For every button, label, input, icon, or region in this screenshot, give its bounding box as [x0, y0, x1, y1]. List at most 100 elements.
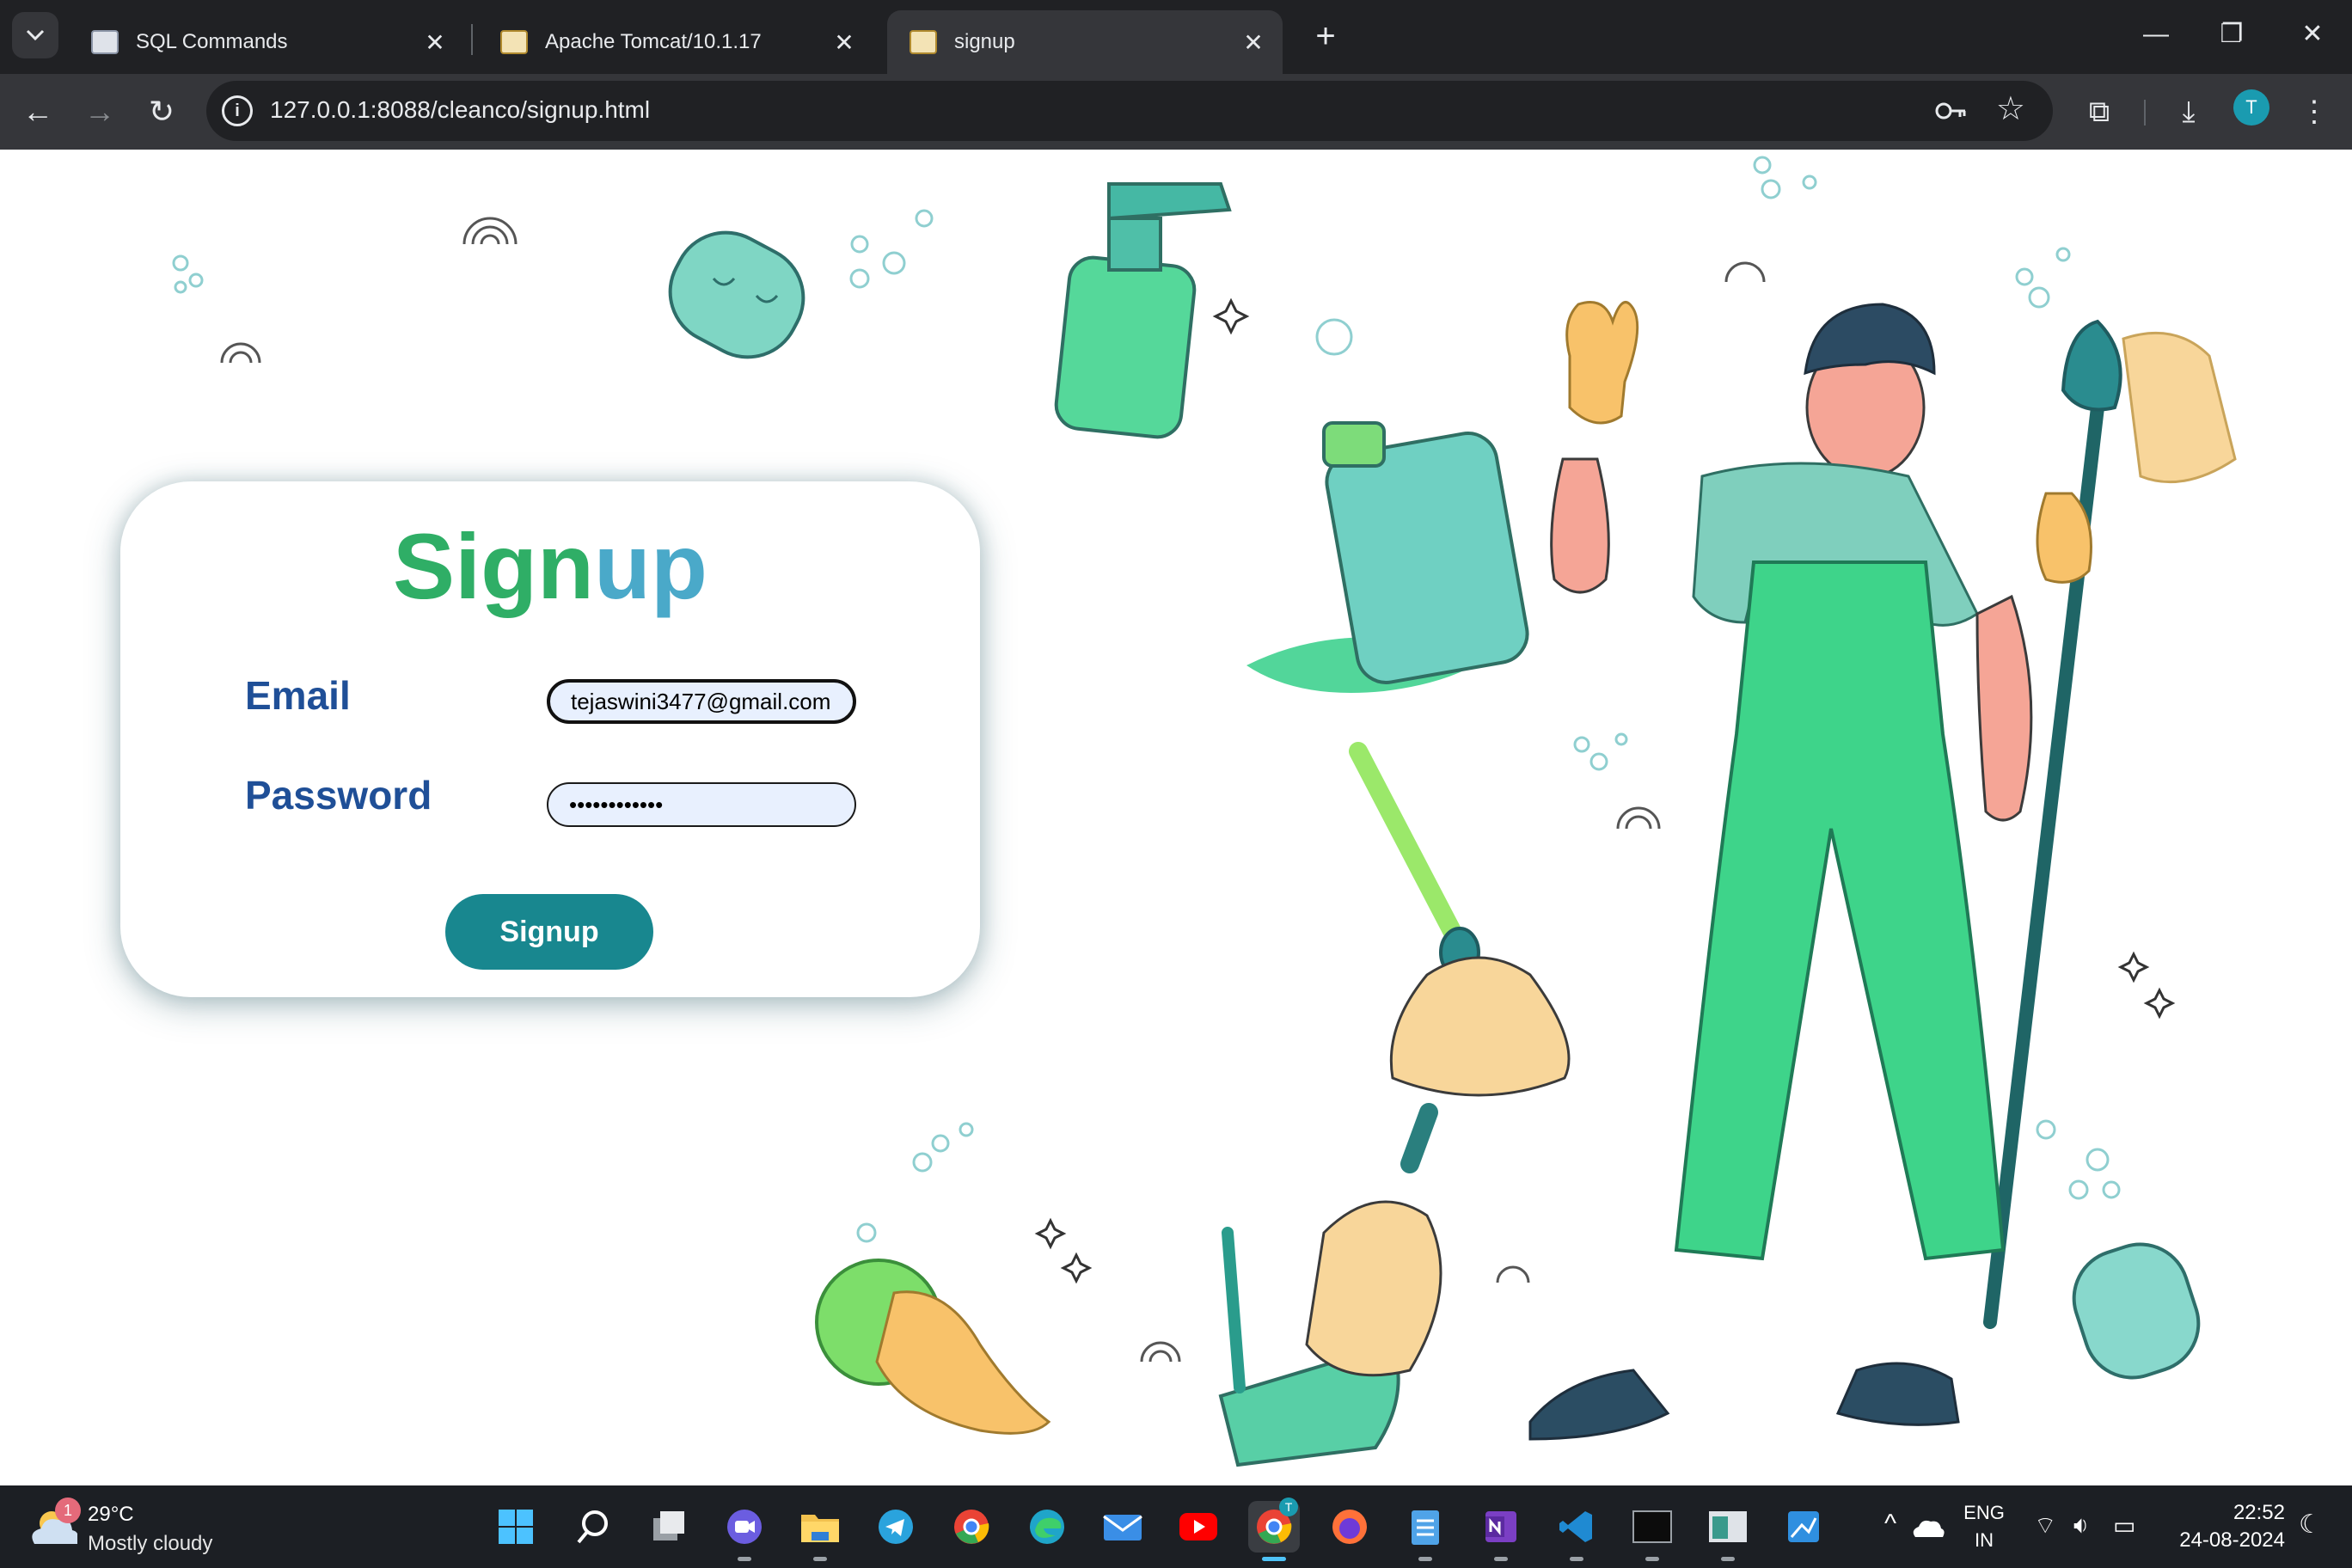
taskbar-app-telegram[interactable] [870, 1501, 922, 1553]
password-key-icon[interactable] [1932, 93, 1969, 129]
moon-icon: ☾ [2299, 1510, 2322, 1539]
taskbar-app-photos[interactable] [1778, 1501, 1829, 1553]
glove-illustration [815, 1259, 1051, 1435]
detergent-jug-illustration [1246, 421, 1529, 693]
task-view-icon [653, 1511, 684, 1540]
chevron-down-icon [26, 29, 45, 41]
chevron-up-icon: ^ [1884, 1510, 1897, 1538]
menu-icon[interactable]: ⋮ [2290, 88, 2338, 136]
volume-icon: 🔉︎ [2073, 1511, 2089, 1538]
toolbar-divider [2144, 100, 2146, 126]
edge-icon [1030, 1510, 1064, 1544]
youtube-icon [1179, 1513, 1217, 1540]
signup-button[interactable]: Signup [445, 894, 653, 970]
start-button[interactable] [490, 1501, 542, 1553]
profile-avatar[interactable]: T [2233, 89, 2269, 126]
close-window-icon[interactable]: ✕ [2278, 9, 2347, 60]
onenote-icon [1485, 1511, 1516, 1542]
do-not-disturb-button[interactable]: ☾ [2290, 1485, 2333, 1568]
taskbar-app-chrome[interactable]: T [1248, 1498, 1300, 1561]
taskbar-app-mail[interactable] [1097, 1501, 1148, 1553]
wifi-icon: ⌔ [2034, 1512, 2057, 1539]
browser-tab-strip: SQL Commands ✕ Apache Tomcat/10.1.17 ✕ s… [0, 0, 2352, 74]
tab-sql-commands[interactable]: SQL Commands ✕ [69, 10, 464, 74]
dustpan-illustration [1218, 1103, 1442, 1467]
signup-card: Signup Email Password Signup [120, 481, 980, 997]
task-view-button[interactable] [643, 1501, 695, 1553]
running-indicator [1494, 1557, 1508, 1561]
tomcat-icon [500, 30, 528, 54]
tab-signup[interactable]: signup ✕ [887, 10, 1283, 74]
language-code: ENG [1963, 1502, 2005, 1523]
tab-search-button[interactable] [12, 12, 58, 58]
new-tab-button[interactable]: + [1303, 15, 1348, 60]
battery-icon: ▭ [2113, 1512, 2136, 1539]
mop-illustration [1349, 742, 1571, 1097]
sponge-illustration [2072, 1242, 2201, 1380]
password-field[interactable] [547, 782, 856, 827]
tab-title: Apache Tomcat/10.1.17 [545, 30, 762, 53]
running-indicator [1721, 1557, 1735, 1561]
extensions-icon[interactable]: ⧉ [2075, 88, 2123, 136]
running-indicator [1262, 1557, 1286, 1561]
telegram-icon [879, 1510, 913, 1544]
running-indicator [1418, 1557, 1432, 1561]
title-part-up: up [594, 514, 707, 618]
weather-condition: Mostly cloudy [88, 1532, 213, 1555]
page-icon [91, 30, 119, 54]
page-title: Signup [120, 512, 980, 620]
back-icon[interactable]: ← [14, 88, 62, 136]
taskbar-app-window[interactable] [1702, 1501, 1754, 1561]
chrome-icon [954, 1510, 989, 1544]
running-indicator [1570, 1557, 1583, 1561]
taskbar-app-terminal[interactable] [1626, 1501, 1678, 1561]
restore-icon[interactable]: ❐ [2197, 9, 2266, 60]
tab-divider [471, 24, 473, 55]
taskbar-app-chrome-profile[interactable] [946, 1501, 997, 1553]
cloud-icon [1913, 1520, 1945, 1537]
taskbar-app-edge[interactable] [1021, 1501, 1073, 1553]
close-tab-icon[interactable]: ✕ [1236, 28, 1271, 57]
mail-icon [1103, 1515, 1142, 1540]
search-button[interactable] [567, 1501, 619, 1553]
app-window-icon [1709, 1511, 1747, 1542]
site-info-icon[interactable]: i [222, 95, 253, 126]
sponge-illustration [668, 230, 805, 359]
address-bar[interactable]: i 127.0.0.1:8088/cleanco/signup.html ☆ [206, 81, 2053, 141]
tab-title: signup [954, 30, 1015, 53]
close-tab-icon[interactable]: ✕ [418, 28, 452, 57]
taskbar-app-firefox[interactable] [1324, 1501, 1375, 1553]
folder-icon [801, 1515, 839, 1542]
language-indicator[interactable]: ENG IN [1960, 1499, 2008, 1554]
clock[interactable]: 22:52 24-08-2024 [2165, 1499, 2285, 1554]
search-icon [577, 1510, 608, 1544]
tab-apache-tomcat[interactable]: Apache Tomcat/10.1.17 ✕ [478, 10, 873, 74]
running-indicator [1645, 1557, 1659, 1561]
profile-badge: T [1279, 1498, 1298, 1516]
firefox-icon [1332, 1510, 1367, 1544]
onedrive-tray[interactable] [1908, 1485, 1953, 1568]
forward-icon[interactable]: → [76, 88, 124, 136]
download-icon[interactable]: ⤓ [2165, 88, 2213, 136]
taskbar-app-notepad[interactable] [1400, 1501, 1451, 1561]
minimize-icon[interactable]: — [2122, 9, 2190, 60]
taskbar-app-onenote[interactable] [1475, 1501, 1527, 1561]
password-label: Password [245, 773, 432, 818]
reload-icon[interactable]: ↻ [138, 88, 186, 136]
system-status-tray[interactable]: ⌔ 🔉︎ ▭ [2030, 1485, 2159, 1568]
video-chat-icon [727, 1510, 762, 1544]
taskbar-app-file-explorer[interactable] [794, 1501, 846, 1561]
terminal-icon [1632, 1510, 1672, 1543]
bookmark-star-icon[interactable]: ☆ [1996, 89, 2025, 128]
taskbar-app-chat[interactable] [719, 1501, 770, 1561]
url-text[interactable]: 127.0.0.1:8088/cleanco/signup.html [270, 96, 650, 124]
weather-temperature: 29°C [88, 1503, 134, 1526]
taskbar-app-youtube[interactable] [1173, 1501, 1224, 1553]
close-tab-icon[interactable]: ✕ [827, 28, 861, 57]
photos-icon [1788, 1511, 1819, 1542]
vscode-icon [1559, 1511, 1592, 1542]
email-field[interactable] [547, 679, 856, 724]
taskbar-app-vscode[interactable] [1551, 1501, 1602, 1561]
running-indicator [738, 1557, 751, 1561]
notification-badge: 1 [55, 1498, 81, 1523]
